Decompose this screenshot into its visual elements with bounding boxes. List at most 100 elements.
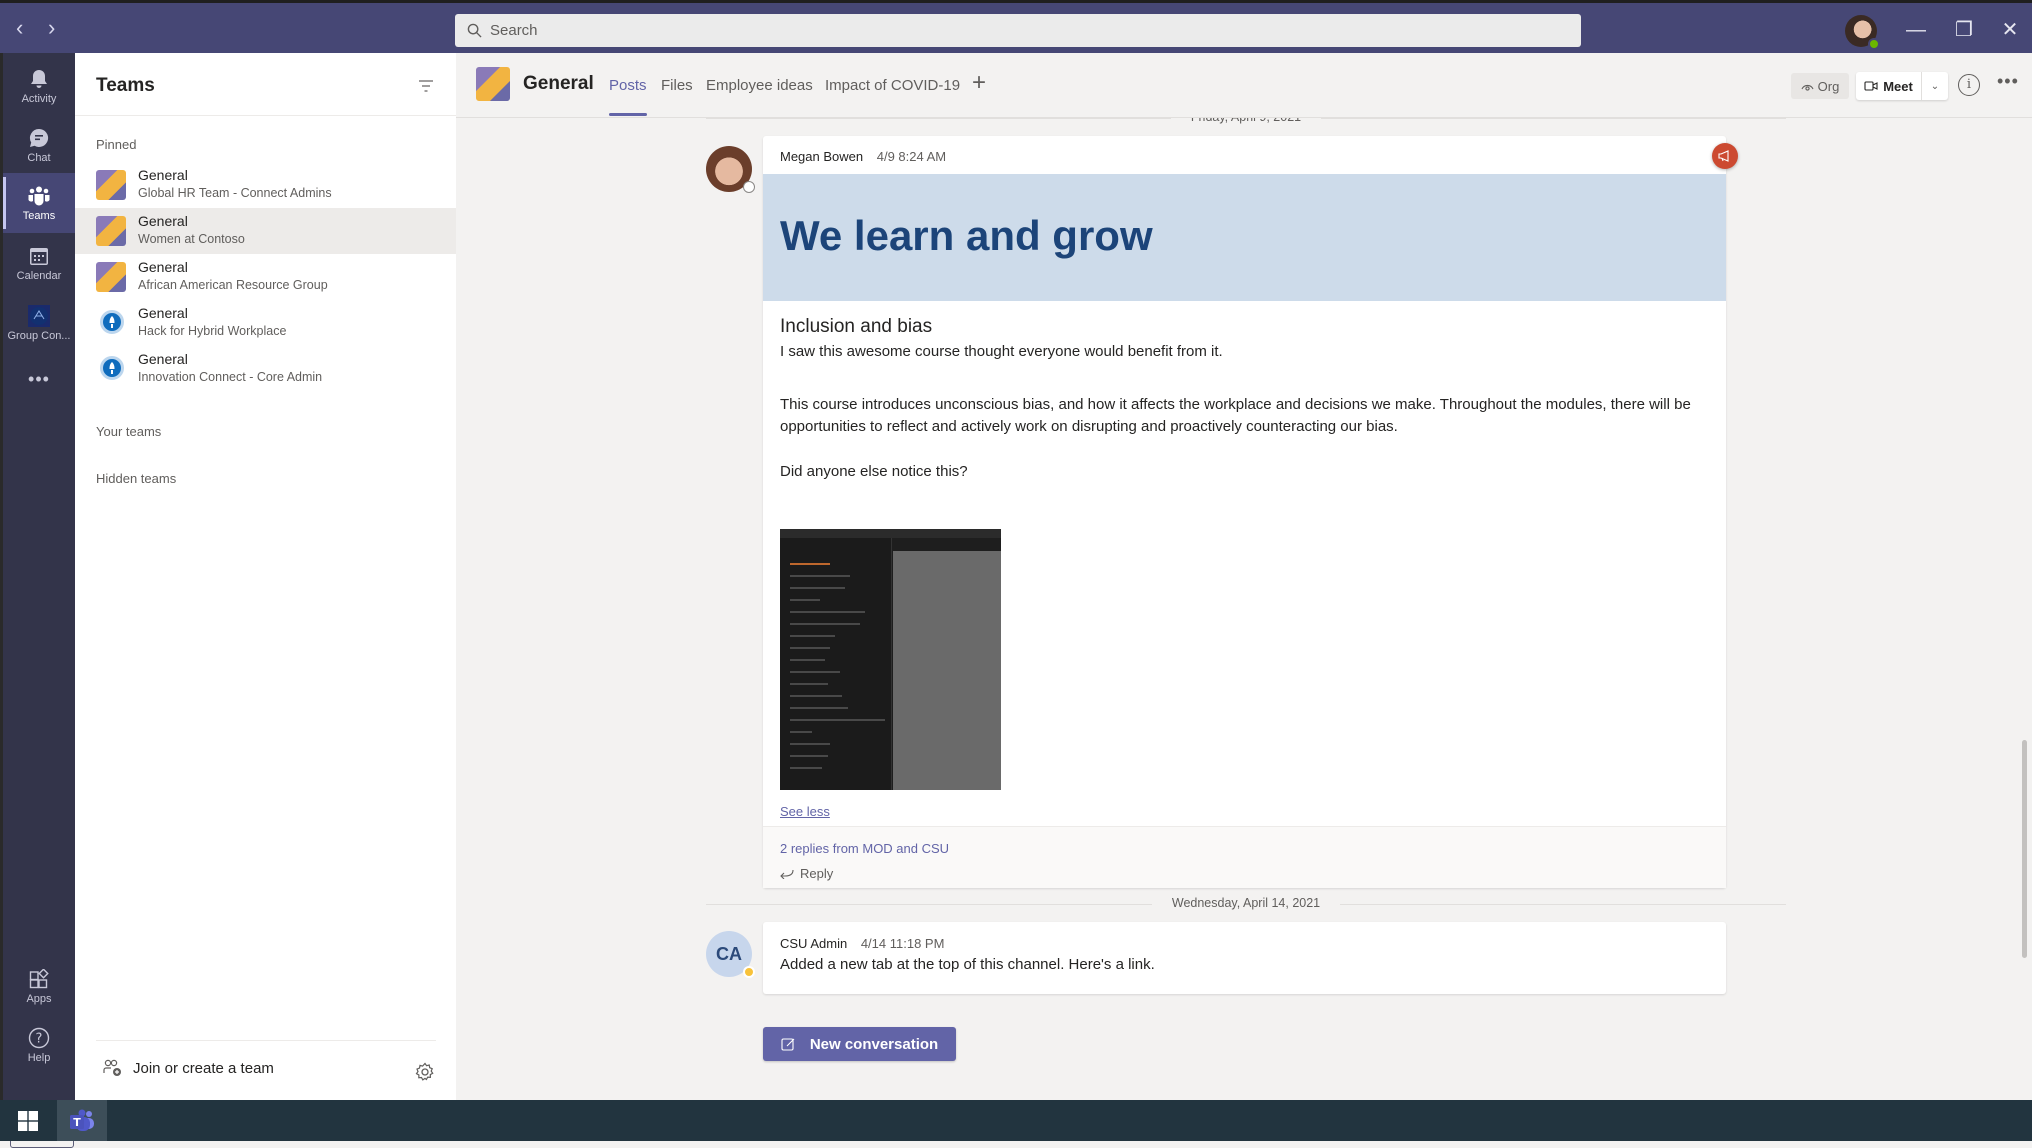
rail-activity[interactable]: Activity [3,56,75,116]
author-avatar[interactable]: CA [706,931,755,978]
pinned-channel-item[interactable]: General Hack for Hybrid Workplace [75,300,456,346]
announcement-megaphone-icon [1712,143,1738,169]
divider [96,1040,436,1041]
tab-employee-ideas[interactable]: Employee ideas [706,77,813,94]
rail-calendar-label: Calendar [16,269,62,282]
windows-start-icon[interactable] [18,1111,38,1131]
team-avatar-photo [96,170,126,200]
thumbnail-line [790,647,830,649]
reply-label: Reply [800,866,834,881]
forward-button[interactable]: › [48,17,55,39]
post-timestamp: 4/14 11:18 PM [860,936,945,951]
teams-app-icon: T [70,1109,94,1131]
profile-avatar[interactable] [1845,15,1880,50]
rail-group-connect[interactable]: Group Con... [3,293,75,353]
date-divider: Friday, April 9, 2021 [706,118,1786,128]
announcement-banner: We learn and grow [763,174,1726,301]
post-meta: Megan Bowen 4/9 8:24 AM [780,149,946,164]
channel-name: General [138,259,188,275]
more-options-icon[interactable]: ••• [1997,71,2019,92]
thumbnail-line [790,563,830,565]
rail-help[interactable]: ? Help [3,1015,75,1075]
divider [75,115,456,116]
search-input[interactable]: Search [455,14,1581,47]
tab-posts[interactable]: Posts [609,77,647,116]
rail-activity-label: Activity [21,92,57,105]
org-button[interactable]: Org [1791,73,1849,99]
team-name: Women at Contoso [138,232,245,246]
post-author[interactable]: Megan Bowen [780,149,863,164]
teams-icon [28,185,50,207]
org-label: Org [1817,78,1840,94]
rail-apps[interactable]: Apps [3,956,75,1016]
team-name: Innovation Connect - Core Admin [138,370,323,384]
rail-calendar[interactable]: Calendar [3,233,75,293]
channel-name: General [138,351,188,367]
date-divider: Wednesday, April 14, 2021 [706,894,1786,914]
new-conversation-button[interactable]: New conversation [763,1027,956,1061]
team-name: Hack for Hybrid Workplace [138,324,287,338]
rail-chat[interactable]: Chat [3,115,75,175]
meet-button[interactable]: Meet ⌄ [1856,72,1948,100]
filter-icon[interactable] [418,79,434,93]
close-button[interactable]: ✕ [1995,15,2025,45]
pinned-label: Pinned [96,137,137,152]
chevron-down-icon[interactable]: ⌄ [1922,81,1948,92]
pinned-channel-item-selected[interactable]: General Women at Contoso [75,208,456,254]
pinned-channel-item[interactable]: General Global HR Team - Connect Admins [75,162,456,208]
gear-icon[interactable] [415,1062,435,1082]
presence-available-icon [1868,38,1880,50]
thumbnail-line [790,671,840,673]
search-placeholder: Search [490,22,538,39]
thumbnail-line [790,695,842,697]
hidden-teams-label[interactable]: Hidden teams [96,471,176,486]
avatar-initials: CA [716,943,742,964]
minimize-button[interactable]: — [1901,15,1931,45]
teams-taskbar-button[interactable]: T [57,1100,107,1141]
thumbnail-content [893,551,1001,790]
restore-button[interactable]: ❐ [1949,15,1979,45]
new-conversation-label: New conversation [809,1035,939,1053]
thumbnail-url-bar [780,529,1001,538]
feed-scrollbar[interactable] [2022,740,2027,958]
thumbnail-line [790,743,830,745]
group-connect-icon [28,304,50,327]
svg-text:T: T [73,1116,81,1129]
post-card: CSU Admin 4/14 11:18 PM Added a new tab … [763,922,1726,994]
teams-panel-title: Teams [96,75,155,96]
presence-offline-icon [743,181,755,193]
replies-area: 2 replies from MOD and CSU Reply [763,826,1726,888]
rocket-team-icon [100,356,124,380]
rail-more-apps[interactable]: ••• [3,349,75,409]
course-screenshot-image[interactable] [780,529,1001,790]
author-avatar[interactable] [706,146,755,193]
join-or-create-team-button[interactable]: Join or create a team [103,1059,274,1077]
replies-link[interactable]: 2 replies from MOD and CSU [780,841,949,856]
chat-icon [28,127,50,149]
pinned-channel-item[interactable]: General Innovation Connect - Core Admin [75,346,456,392]
see-less-link[interactable]: See less [780,804,830,819]
conversation-feed: Friday, April 9, 2021 Megan Bowen 4/9 8:… [456,118,2032,1100]
post-body-line: Did anyone else notice this? [780,463,968,480]
announcement-headline: We learn and grow [780,212,1153,259]
thumbnail-line [790,611,865,613]
date-label: Friday, April 9, 2021 [1170,118,1322,124]
pinned-channel-item[interactable]: General African American Resource Group [75,254,456,300]
help-icon: ? [28,1027,50,1049]
add-tab-button[interactable]: + [972,69,986,97]
team-avatar-photo [96,216,126,246]
rail-teams-label: Teams [22,209,56,222]
calendar-icon [28,245,50,267]
info-icon[interactable]: i [1958,74,1980,96]
back-button[interactable]: ‹ [16,17,23,39]
channel-header: General Posts Files Employee ideas Impac… [456,53,2032,118]
meet-now-button[interactable]: Meet [1856,72,1922,100]
add-people-icon [103,1059,121,1076]
post-author[interactable]: CSU Admin [780,936,847,951]
tab-impact-of-covid-19[interactable]: Impact of COVID-19 [825,77,960,94]
thumbnail-line [790,659,825,661]
your-teams-label[interactable]: Your teams [96,424,161,439]
tab-files[interactable]: Files [661,77,693,94]
reply-button[interactable]: Reply [780,866,833,881]
rail-teams[interactable]: Teams [3,173,75,233]
